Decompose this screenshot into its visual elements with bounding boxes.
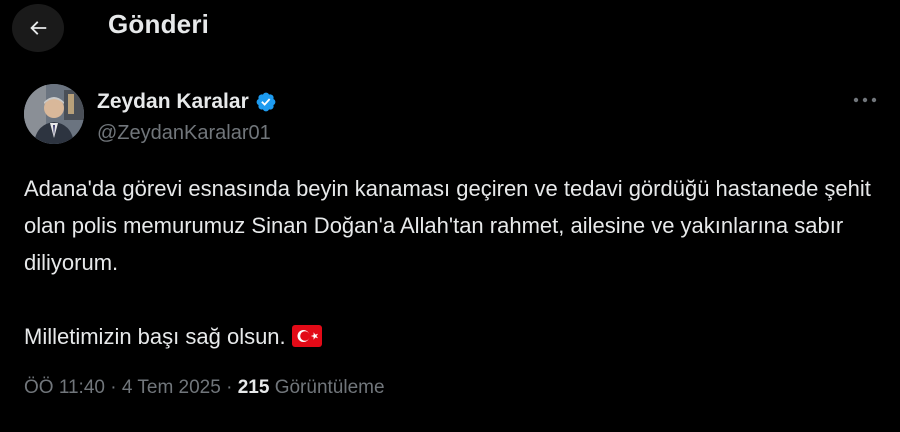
tweet-paragraph: Milletimizin başı sağ olsun. [24, 318, 874, 355]
back-button[interactable] [12, 4, 64, 52]
arrow-left-icon [30, 21, 47, 35]
views-label: Görüntüleme [274, 377, 385, 398]
tweet-paragraph: Adana'da görevi esnasında beyin kanaması… [24, 176, 871, 275]
avatar-photo [24, 84, 84, 144]
meta-separator: · [110, 377, 117, 398]
verified-badge-icon[interactable] [255, 91, 277, 113]
tweet-date[interactable]: 4 Tem 2025 [122, 377, 221, 398]
author-name-row: Zeydan Karalar [97, 90, 277, 114]
author-name[interactable]: Zeydan Karalar [97, 90, 249, 114]
tweet-meta: ÖÖ 11:40 · 4 Tem 2025 · 215 Görüntüleme [24, 377, 385, 399]
tweet-paragraph-text: Milletimizin başı sağ olsun. [24, 324, 286, 349]
tweet-author: Zeydan Karalar @ZeydanKaralar01 [24, 84, 884, 148]
tweet-time[interactable]: ÖÖ 11:40 [24, 377, 105, 398]
page-title: Gönderi [108, 9, 210, 39]
tweet-body: Adana'da görevi esnasında beyin kanaması… [24, 170, 874, 355]
views-count: 215 [237, 377, 270, 398]
avatar[interactable] [24, 84, 84, 144]
top-bar: Gönderi [0, 0, 900, 58]
more-horizontal-icon[interactable] [852, 92, 878, 108]
turkish-flag-icon [291, 325, 322, 347]
author-handle[interactable]: @ZeydanKaralar01 [97, 122, 271, 145]
meta-separator: · [226, 377, 233, 398]
